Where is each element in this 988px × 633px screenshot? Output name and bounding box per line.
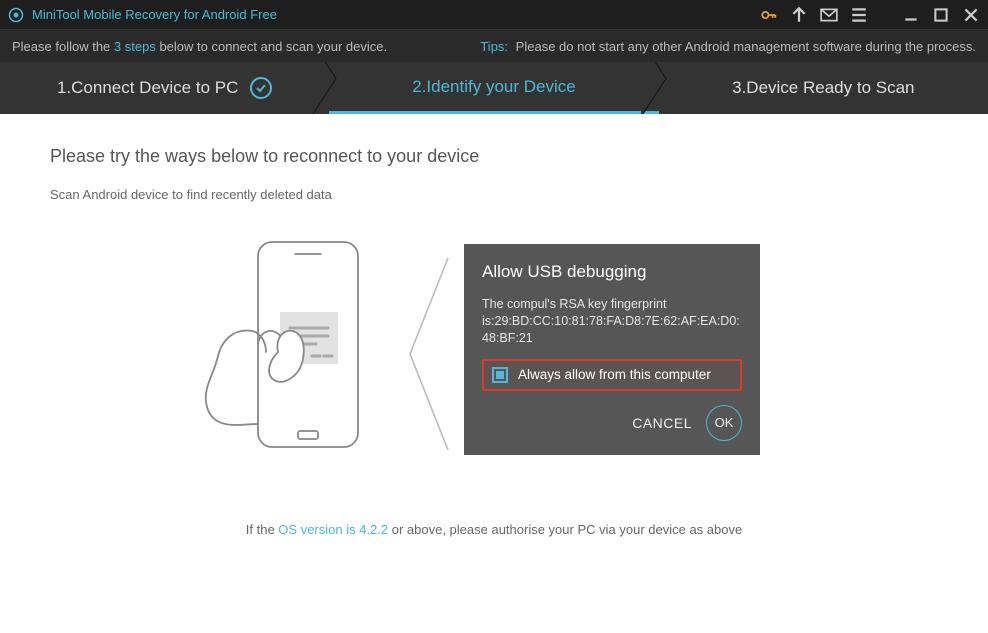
arrow-left-icon (404, 254, 450, 454)
page-heading: Please try the ways below to reconnect t… (50, 146, 938, 167)
phone-hand-illustration (200, 234, 400, 474)
info-left: Please follow the 3 steps below to conne… (12, 39, 387, 54)
page-subheading: Scan Android device to find recently del… (50, 187, 938, 202)
dialog-fingerprint-text: The compul's RSA key fingerprint is:29:B… (482, 296, 742, 347)
check-circle-icon (250, 77, 272, 99)
tips-label: Tips: (480, 39, 508, 54)
three-steps-link[interactable]: 3 steps (114, 39, 156, 54)
close-icon[interactable] (962, 6, 980, 24)
titlebar-controls (760, 6, 980, 24)
os-version-link[interactable]: OS version is 4.2.2 (278, 522, 388, 537)
mail-icon[interactable] (820, 6, 838, 24)
illustration-row: Allow USB debugging The compul's RSA key… (200, 234, 938, 474)
always-allow-row[interactable]: Always allow from this computer (482, 359, 742, 391)
ok-button[interactable]: OK (706, 405, 742, 441)
cancel-button[interactable]: CANCEL (628, 409, 696, 437)
info-left-post: below to connect and scan your device. (156, 39, 387, 54)
app-title: MiniTool Mobile Recovery for Android Fre… (32, 7, 760, 22)
step-3-ready[interactable]: 3.Device Ready to Scan (659, 62, 988, 114)
info-left-pre: Please follow the (12, 39, 114, 54)
usb-debugging-dialog: Allow USB debugging The compul's RSA key… (464, 244, 760, 455)
titlebar: MiniTool Mobile Recovery for Android Fre… (0, 0, 988, 30)
always-allow-label: Always allow from this computer (518, 367, 711, 382)
info-bar: Please follow the 3 steps below to conne… (0, 30, 988, 62)
menu-icon[interactable] (850, 6, 868, 24)
footer-note: If the OS version is 4.2.2 or above, ple… (50, 522, 938, 537)
step-2-label: 2.Identify your Device (412, 77, 575, 97)
upload-arrow-icon[interactable] (790, 6, 808, 24)
minimize-icon[interactable] (902, 6, 920, 24)
main-content: Please try the ways below to reconnect t… (0, 114, 988, 633)
steps-bar: 1.Connect Device to PC 2.Identify your D… (0, 62, 988, 114)
step-3-label: 3.Device Ready to Scan (732, 78, 914, 98)
footer-pre: If the (246, 522, 279, 537)
key-icon[interactable] (760, 6, 778, 24)
maximize-icon[interactable] (932, 6, 950, 24)
step-2-identify[interactable]: 2.Identify your Device (329, 62, 658, 114)
tips-text: Please do not start any other Android ma… (516, 39, 976, 54)
footer-post: or above, please authorise your PC via y… (388, 522, 742, 537)
app-icon (8, 7, 24, 23)
always-allow-checkbox[interactable] (492, 367, 508, 383)
dialog-title: Allow USB debugging (482, 262, 742, 282)
info-right: Tips: Please do not start any other Andr… (480, 39, 976, 54)
step-1-label: 1.Connect Device to PC (57, 78, 238, 98)
step-1-connect[interactable]: 1.Connect Device to PC (0, 62, 329, 114)
dialog-actions: CANCEL OK (482, 405, 742, 441)
